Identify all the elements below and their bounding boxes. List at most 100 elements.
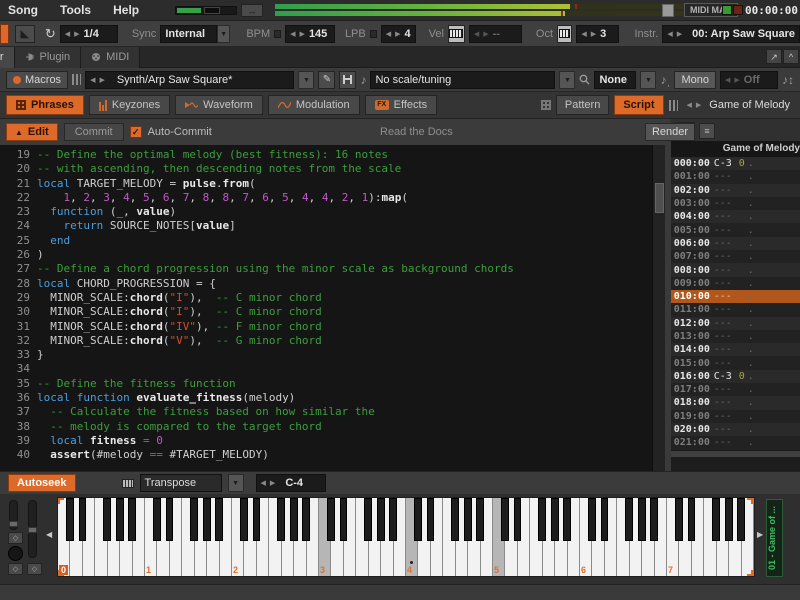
phrase-row[interactable]: 019:00---. [671, 410, 800, 423]
phrase-select[interactable]: ◀▶ Game of Melody [683, 96, 794, 114]
tab-sampler[interactable]: mpler [0, 47, 15, 68]
render-button[interactable]: Render [645, 123, 695, 141]
piano-key-black[interactable] [650, 498, 658, 541]
phrase-row[interactable]: 020:00---. [671, 423, 800, 436]
follow-player-icon[interactable]: ↻ [45, 26, 56, 42]
phrase-row[interactable]: 014:00---. [671, 343, 800, 356]
piano-key-black[interactable] [377, 498, 385, 541]
piano-key-black[interactable] [116, 498, 124, 541]
code-line[interactable]: 34 [0, 362, 665, 376]
slider-reset-button[interactable]: ◇ [8, 532, 23, 544]
phrase-row[interactable]: 016:00C-30. [671, 370, 800, 383]
read-docs-link[interactable]: Read the Docs [380, 126, 453, 138]
phrase-row[interactable]: 002:00---. [671, 184, 800, 197]
piano-key-black[interactable] [638, 498, 646, 541]
code-line[interactable]: 19-- Define the optimal melody (best fit… [0, 148, 665, 162]
commit-button[interactable]: Commit [64, 123, 124, 141]
code-line[interactable]: 29 MINOR_SCALE:chord("I"), -- C minor ch… [0, 291, 665, 305]
tab-plugin[interactable]: Plugin [15, 47, 82, 68]
sync-select[interactable]: Internal [160, 25, 216, 43]
scale-select[interactable]: No scale/tuning [370, 71, 555, 89]
preset-save-button[interactable] [339, 71, 356, 89]
piano-key-black[interactable] [464, 498, 472, 541]
piano-key-black[interactable] [153, 498, 161, 541]
piano-key-black[interactable] [625, 498, 633, 541]
phrase-row[interactable]: 009:00---. [671, 277, 800, 290]
piano-key-black[interactable] [166, 498, 174, 541]
scroll-left-arrow[interactable]: ◀ [46, 530, 52, 539]
preset-next[interactable]: ▶ [99, 76, 105, 84]
preset-select[interactable]: ◀▶ Synth/Arp Saw Square* [85, 71, 294, 89]
menu-help[interactable]: Help [113, 3, 139, 17]
code-line[interactable]: 33} [0, 348, 665, 362]
piano-key-black[interactable] [451, 498, 459, 541]
piano-key-black[interactable] [253, 498, 261, 541]
phrase-row[interactable]: 003:00---. [671, 197, 800, 210]
code-line[interactable]: 22 1, 2, 3, 4, 5, 6, 7, 8, 8, 7, 6, 5, 4… [0, 191, 665, 205]
phrase-row[interactable]: 001:00---. [671, 170, 800, 183]
piano-key-black[interactable] [290, 498, 298, 541]
piano-key-black[interactable] [688, 498, 696, 541]
tab-midi[interactable]: MIDI [81, 47, 140, 68]
tab-modulation[interactable]: Modulation [268, 95, 360, 115]
code-line[interactable]: 36local function evaluate_fitness(melody… [0, 391, 665, 405]
piano-key-black[interactable] [588, 498, 596, 541]
phrase-row[interactable]: 000:00C-30. [671, 157, 800, 170]
phrase-row[interactable]: 017:00---. [671, 383, 800, 396]
piano-key-black[interactable] [302, 498, 310, 541]
phrase-next[interactable]: ▶ [696, 101, 702, 109]
key-dropdown-button[interactable]: ▼ [640, 71, 656, 89]
menu-song[interactable]: Song [8, 3, 38, 17]
code-line[interactable]: 38 -- melody is compared to the target c… [0, 420, 665, 434]
piano-key-black[interactable] [215, 498, 223, 541]
piano-key-black[interactable] [601, 498, 609, 541]
slider-handle[interactable] [9, 521, 18, 527]
piano-key-black[interactable] [737, 498, 745, 541]
piano-key-black[interactable] [501, 498, 509, 541]
phrase-row[interactable]: 010:00---. [671, 290, 800, 303]
phrase-row[interactable]: 007:00---. [671, 250, 800, 263]
vel-field[interactable]: ◀▶ -- [469, 25, 522, 43]
preset-edit-button[interactable]: ✎ [318, 71, 335, 89]
auto-commit-checkbox[interactable]: ✓ [130, 126, 142, 138]
phrase-pan-knob[interactable] [8, 546, 23, 561]
piano-key-black[interactable] [277, 498, 285, 541]
step-decrement[interactable]: ◀ [65, 30, 71, 38]
code-line[interactable]: 37 -- Calculate the fitness based on how… [0, 405, 665, 419]
phrase-note-list[interactable]: Game of Melody 000:00C-30.001:00---.002:… [671, 141, 800, 471]
glide-field[interactable]: ◀▶ Off [720, 71, 778, 89]
piano-key-black[interactable] [240, 498, 248, 541]
code-line[interactable]: 40 assert(#melody == #TARGET_MELODY) [0, 448, 665, 462]
piano-key-black[interactable] [427, 498, 435, 541]
instr-decrement[interactable]: ◀ [667, 30, 673, 38]
code-line[interactable]: 30 MINOR_SCALE:chord("I"), -- C minor ch… [0, 305, 665, 319]
tab-keyzones[interactable]: Keyzones [89, 95, 170, 115]
base-note-decrement[interactable]: ◀ [261, 479, 267, 487]
phrase-transpose-slider[interactable] [28, 500, 37, 558]
key-select[interactable]: None [594, 71, 636, 89]
scroll-right-arrow[interactable]: ▶ [757, 530, 763, 539]
preset-prev[interactable]: ◀ [90, 76, 96, 84]
phrase-row[interactable]: 015:00---. [671, 356, 800, 369]
piano-key-black[interactable] [414, 498, 422, 541]
code-line[interactable]: 25 end [0, 234, 665, 248]
piano-key-black[interactable] [725, 498, 733, 541]
edit-step-field[interactable]: ◀▶ 1/4 [60, 25, 118, 43]
phrase-volume-slider[interactable] [9, 500, 18, 530]
code-line[interactable]: 31 MINOR_SCALE:chord("IV"), -- F minor c… [0, 320, 665, 334]
volume-reset-button[interactable]: ↔ [241, 4, 263, 17]
code-line[interactable]: 28local CHORD_PROGRESSION = { [0, 277, 665, 291]
macros-button[interactable]: Macros [6, 71, 68, 89]
mono-button[interactable]: Mono [674, 71, 716, 89]
piano-key-black[interactable] [389, 498, 397, 541]
piano-key-black[interactable] [128, 498, 136, 541]
knob-reset-button[interactable]: ◇ [8, 563, 23, 575]
detach-window-button[interactable]: ↗ [766, 49, 782, 64]
autoseek-button[interactable]: Autoseek [8, 474, 76, 492]
sync-dropdown-button[interactable]: ▼ [217, 25, 231, 43]
phrase-row[interactable]: 011:00---. [671, 303, 800, 316]
code-line[interactable]: 20-- with ascending, then descending not… [0, 162, 665, 176]
piano-key-black[interactable] [538, 498, 546, 541]
collapse-panel-button[interactable]: ^ [783, 49, 799, 64]
bpm-automation-box[interactable] [274, 30, 281, 38]
